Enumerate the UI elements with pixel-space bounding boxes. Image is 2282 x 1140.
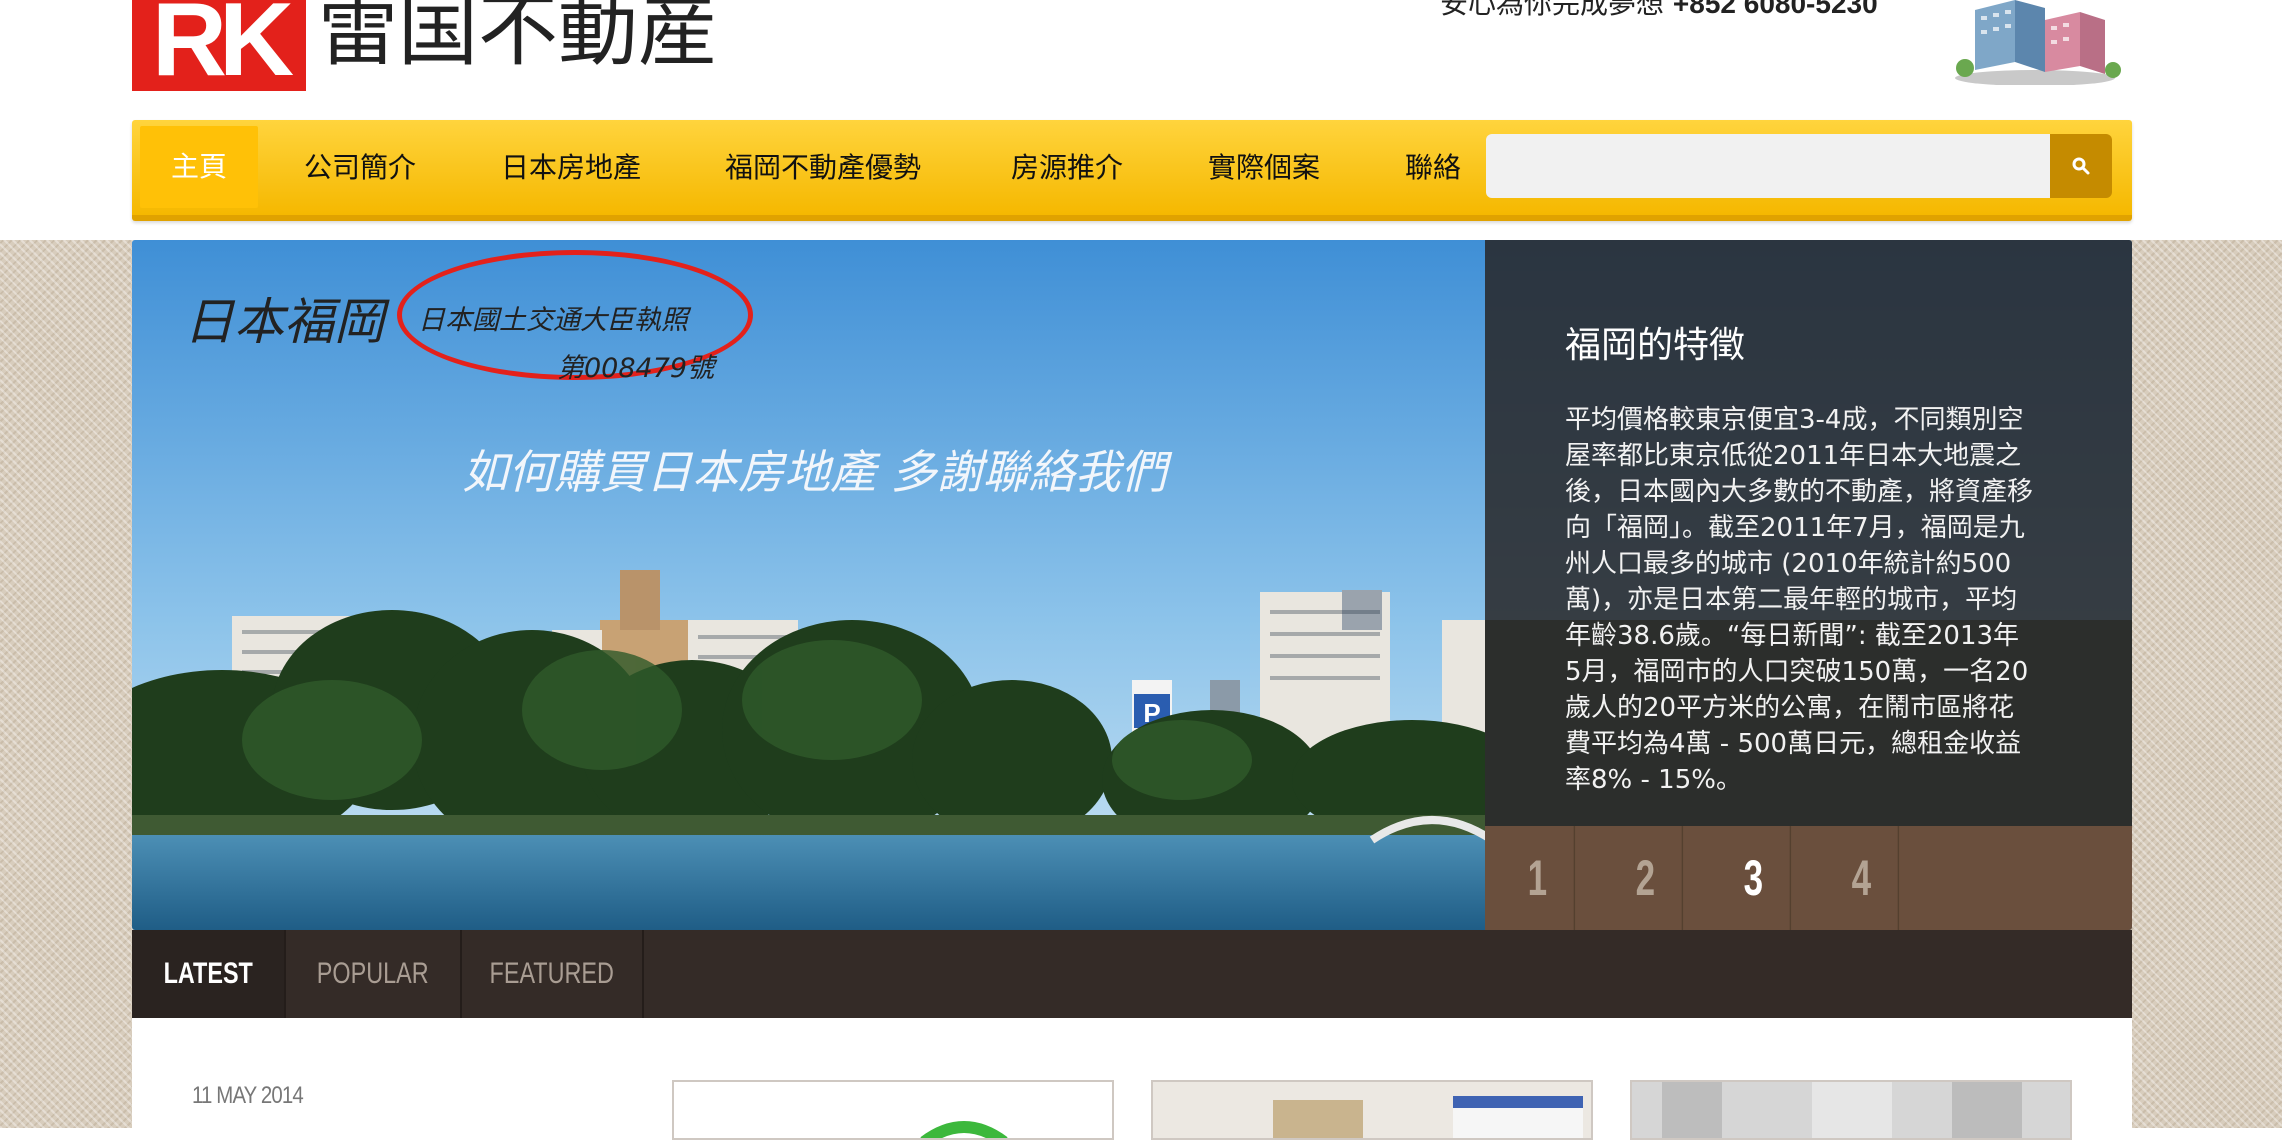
search-icon: [2072, 157, 2090, 175]
post-thumbnail[interactable]: [1630, 1080, 2072, 1140]
tab-latest[interactable]: LATEST: [132, 930, 286, 1018]
thumbnail-image: [920, 1121, 1008, 1138]
header-tagline: 安心為你完成夢想 +852 6080-5230: [1440, 0, 1878, 20]
thumbnail-image: [1632, 1082, 2070, 1138]
slide-caption: 福岡的特徵 平均價格較東京便宜3-4成，不同類別空屋率都比東京低從2011年日本…: [1485, 240, 2132, 826]
pager-item-3[interactable]: 3: [1717, 826, 1792, 930]
search-input[interactable]: [1486, 134, 2050, 198]
thumbnail-image: [1153, 1082, 1591, 1138]
post-date: 11 MAY 2014: [192, 1082, 304, 1109]
pager-item-1[interactable]: 1: [1501, 826, 1576, 930]
caption-text: 平均價格較東京便宜3-4成，不同類別空屋率都比東京低從2011年日本大地震之後，…: [1565, 405, 2034, 795]
nav-item-listings[interactable]: 房源推介: [1011, 120, 1123, 215]
slide-slogan: 如何購買日本房地產 多謝聯絡我們: [462, 445, 1167, 499]
building-icon: [1955, 0, 2121, 85]
main-nav: 主頁 公司簡介 日本房地產 福岡不動產優勢 房源推介 實際個案 聯絡: [132, 120, 2132, 221]
nav-item-about[interactable]: 公司簡介: [304, 120, 416, 215]
tab-latest-label: LATEST: [163, 957, 253, 990]
tab-featured-label: FEATURED: [489, 957, 615, 990]
company-name: 雷国不動産: [318, 0, 718, 77]
post-thumbnail[interactable]: [1151, 1080, 1593, 1140]
pager-item-2[interactable]: 2: [1609, 826, 1684, 930]
hero-slider: P 日本福岡 日本國土交通大臣執照 第008479號 如何購買日本房地產 多謝聯…: [132, 240, 2132, 930]
logo-letters: RK: [151, 0, 294, 91]
tagline-text: 安心為你完成夢想: [1440, 0, 1665, 20]
nav-item-contact[interactable]: 聯絡: [1405, 120, 1461, 215]
search-button[interactable]: [2050, 134, 2112, 198]
slider-pager: 1 2 3 4: [1485, 826, 2132, 930]
tab-popular[interactable]: POPULAR: [286, 930, 462, 1018]
post-thumbnail[interactable]: [672, 1080, 1114, 1140]
nav-item-fukuoka-advantages[interactable]: 福岡不動產優勢: [725, 120, 921, 215]
tab-featured[interactable]: FEATURED: [462, 930, 644, 1018]
slide-location-title: 日本福岡: [184, 293, 384, 351]
tab-popular-label: POPULAR: [317, 957, 429, 990]
license-line-2: 第008479號: [557, 353, 715, 384]
phone-number: +852 6080-5230: [1672, 0, 1878, 19]
post-tabs: LATEST POPULAR FEATURED: [132, 930, 2132, 1018]
nav-item-home[interactable]: 主頁: [140, 126, 258, 208]
caption-title: 福岡的特徵: [1565, 325, 1746, 366]
logo[interactable]: RK: [132, 0, 306, 91]
nav-item-japan-property[interactable]: 日本房地產: [501, 120, 641, 215]
posts-content: 11 MAY 2014: [132, 1018, 2132, 1140]
nav-item-cases[interactable]: 實際個案: [1208, 120, 1320, 215]
license-line-1: 日本國土交通大臣執照: [418, 305, 688, 336]
pager-item-4[interactable]: 4: [1825, 826, 1900, 930]
